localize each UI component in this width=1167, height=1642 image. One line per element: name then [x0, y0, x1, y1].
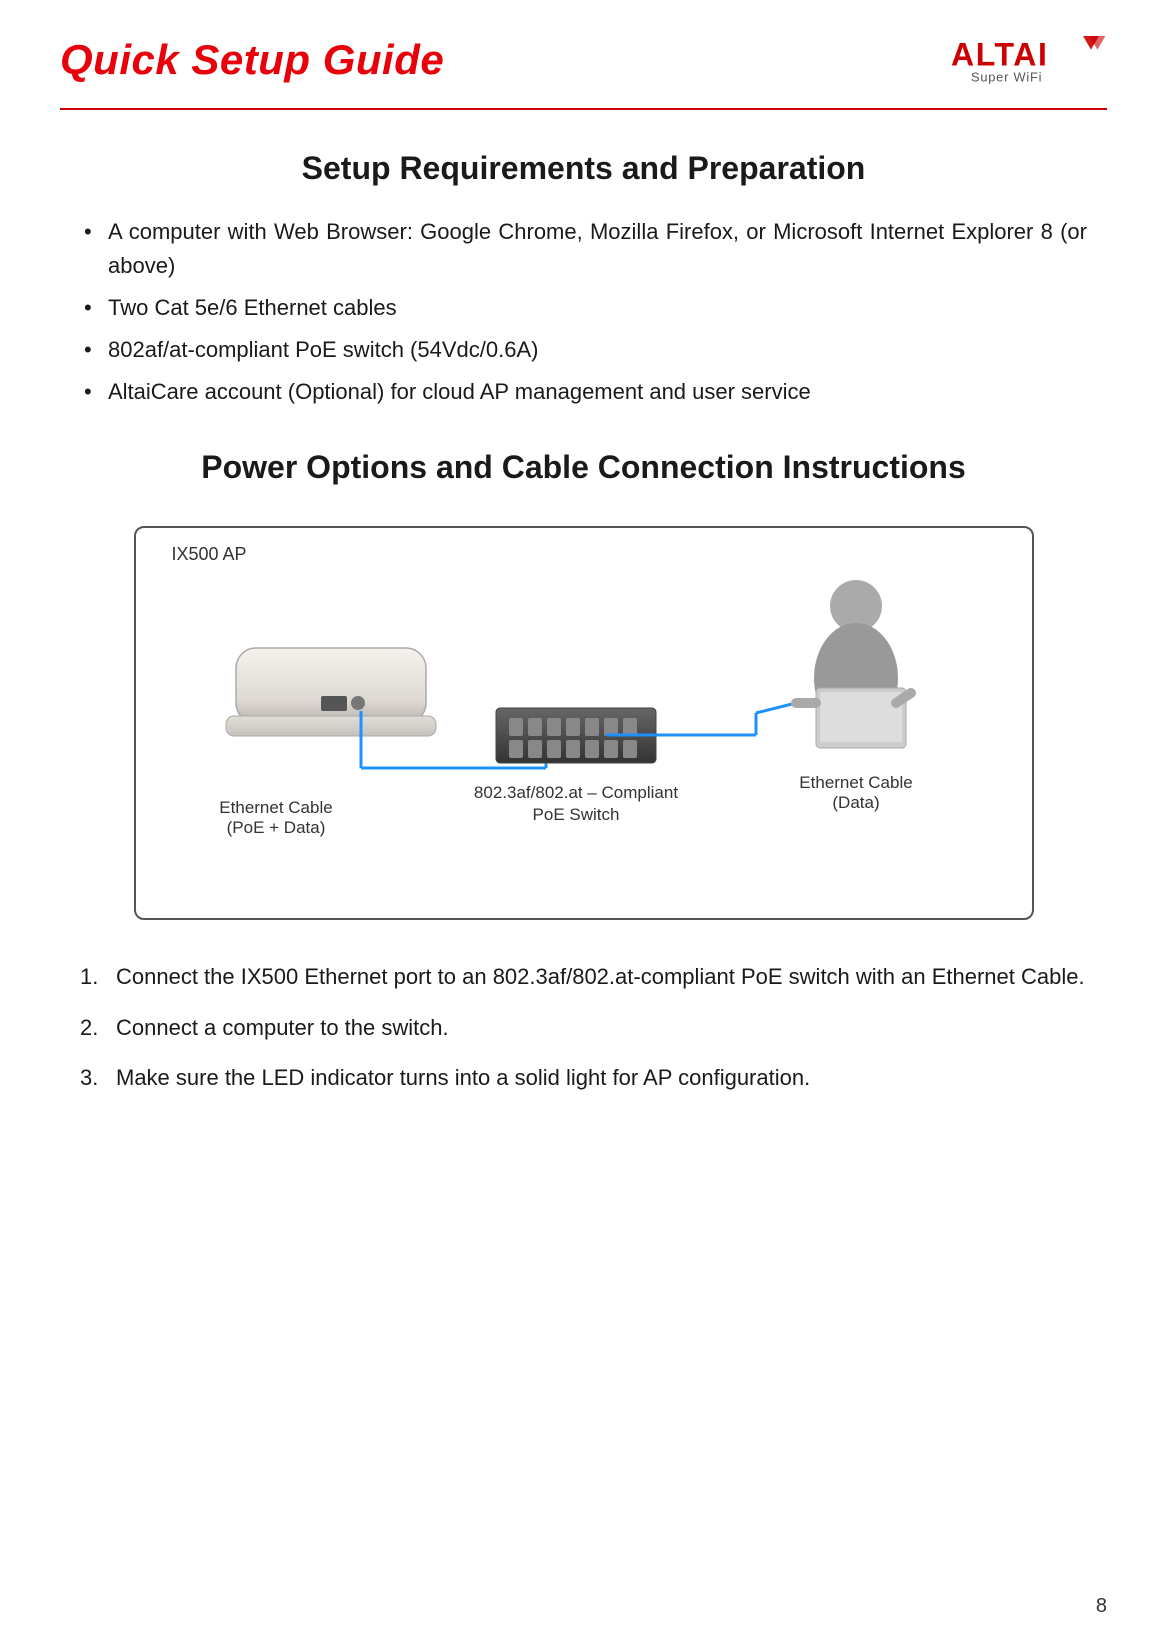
logo-container: ALTAI Super WiFi [947, 30, 1107, 90]
svg-text:Ethernet Cable: Ethernet Cable [799, 773, 912, 792]
steps-list: 1. Connect the IX500 Ethernet port to an… [60, 960, 1107, 1094]
svg-text:802.3af/802.at – Compliant: 802.3af/802.at – Compliant [473, 783, 677, 802]
setup-section-title: Setup Requirements and Preparation [60, 150, 1107, 187]
step-2: 2. Connect a computer to the switch. [80, 1011, 1087, 1045]
svg-text:PoE Switch: PoE Switch [532, 805, 619, 824]
svg-text:Ethernet Cable: Ethernet Cable [219, 798, 332, 817]
setup-section: Setup Requirements and Preparation A com… [60, 150, 1107, 409]
header: Quick Setup Guide ALTAI Super WiFi [60, 30, 1107, 110]
svg-text:ALTAI: ALTAI [951, 37, 1048, 73]
page: Quick Setup Guide ALTAI Super WiFi Setup… [0, 0, 1167, 1642]
ap-label: IX500 AP [172, 544, 247, 565]
power-section-title: Power Options and Cable Connection Instr… [60, 449, 1107, 486]
bullet-item-3: 802af/at-compliant PoE switch (54Vdc/0.6… [80, 333, 1087, 367]
page-number: 8 [1096, 1595, 1107, 1618]
svg-text:(Data): (Data) [832, 793, 879, 812]
diagram-svg: Ethernet Cable (PoE + Data) [176, 558, 996, 898]
svg-text:Super WiFi: Super WiFi [971, 70, 1042, 85]
bullet-item-2: Two Cat 5e/6 Ethernet cables [80, 291, 1087, 325]
bullet-item-4: AltaiCare account (Optional) for cloud A… [80, 375, 1087, 409]
setup-bullet-list: A computer with Web Browser: Google Chro… [60, 215, 1107, 409]
page-title: Quick Setup Guide [60, 36, 444, 84]
power-section: Power Options and Cable Connection Instr… [60, 449, 1107, 1094]
step-1: 1. Connect the IX500 Ethernet port to an… [80, 960, 1087, 994]
bullet-item-1: A computer with Web Browser: Google Chro… [80, 215, 1087, 283]
connection-diagram: IX500 AP [134, 526, 1034, 920]
svg-text:(PoE + Data): (PoE + Data) [226, 818, 325, 837]
altai-logo: ALTAI Super WiFi [947, 30, 1107, 90]
step-3: 3. Make sure the LED indicator turns int… [80, 1061, 1087, 1095]
